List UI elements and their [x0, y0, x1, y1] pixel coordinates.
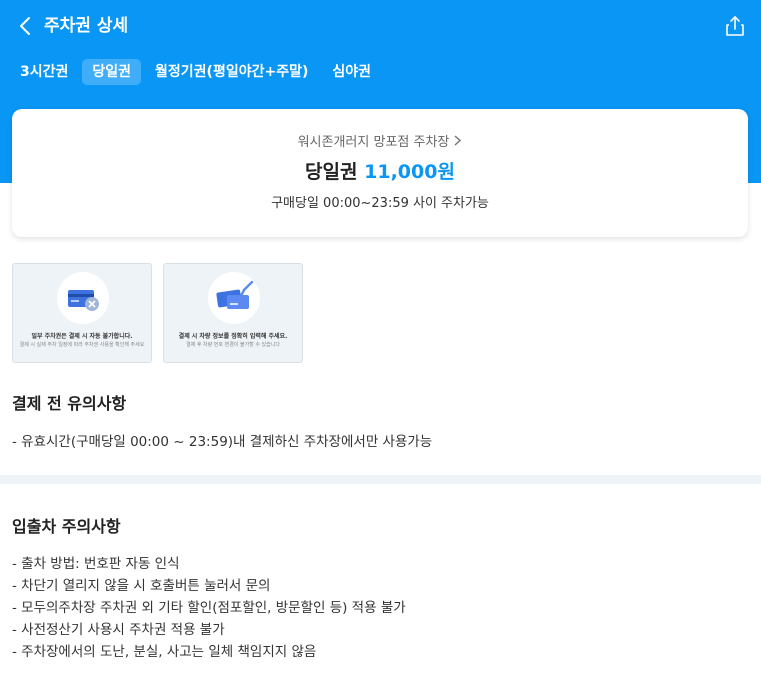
ticket-price: 11,000원 [364, 161, 455, 183]
share-icon[interactable] [723, 14, 747, 38]
app-header: 주차권 상세 [0, 0, 761, 54]
chevron-left-icon[interactable] [14, 14, 38, 38]
tab-daily[interactable]: 당일권 [82, 59, 142, 85]
guide-image-card[interactable]: 결제 시 차량 정보를 정확히 입력해 주세요. 결제 후 차량 번호 변경이 … [163, 263, 303, 363]
parking-lot-name: 워시존개러지 망포점 주차장 [297, 135, 450, 150]
tab-3hour[interactable]: 3시간권 [10, 59, 78, 85]
entry-notice-line: - 모두의주차장 주차권 외 기타 할인(점포할인, 방문할인 등) 적용 불가 [12, 600, 406, 616]
guide-subcaption: 결제 시 실제 주차 일정에 따라 주차권 사용을 확인해 주세요 [19, 342, 145, 348]
guide-caption: 일부 주차권은 결제 시 자동 불가합니다. [31, 333, 133, 340]
section-divider [0, 475, 761, 484]
parking-lot-link[interactable]: 워시존개러지 망포점 주차장 [12, 131, 748, 150]
card-cancel-icon [68, 290, 99, 311]
tab-night[interactable]: 심야권 [322, 59, 381, 85]
entry-notice-line: - 차단기 열리지 않을 시 호출버튼 눌러서 문의 [12, 578, 271, 594]
card-check-icon [216, 280, 254, 309]
ticket-description: 구매당일 00:00~23:59 사이 주차가능 [271, 196, 489, 211]
payment-notice-line: - 유효시간(구매당일 00:00 ~ 23:59)내 결제하신 주차장에서만 … [12, 434, 433, 450]
ticket-name: 당일권 [305, 161, 358, 183]
guide-subcaption: 결제 후 차량 번호 변경이 불가할 수 있습니다 [186, 342, 280, 348]
ticket-summary-card: 워시존개러지 망포점 주차장 당일권 11,000원 구매당일 00:00~23… [12, 109, 748, 237]
tab-monthly[interactable]: 월정기권(평일야간+주말) [145, 59, 318, 85]
guide-icon-circle [57, 272, 109, 324]
guide-image-list: 일부 주차권은 결제 시 자동 불가합니다. 결제 시 실제 주차 일정에 따라… [12, 263, 303, 363]
guide-caption: 결제 시 차량 정보를 정확히 입력해 주세요. [178, 333, 288, 340]
guide-image-card[interactable]: 일부 주차권은 결제 시 자동 불가합니다. 결제 시 실제 주차 일정에 따라… [12, 263, 152, 363]
guide-icon-circle [208, 272, 260, 324]
entry-notice-line: - 출차 방법: 번호판 자동 인식 [12, 556, 180, 572]
page-title: 주차권 상세 [44, 16, 129, 36]
chevron-right-icon [453, 135, 462, 150]
ticket-tabs: 3시간권 당일권 월정기권(평일야간+주말) 심야권 [10, 58, 381, 86]
payment-notice-title: 결제 전 유의사항 [12, 394, 127, 413]
ticket-title: 당일권 11,000원 [12, 157, 748, 184]
entry-notice-line: - 사전정산기 사용시 주차권 적용 불가 [12, 622, 225, 638]
entry-notice-line: - 주차장에서의 도난, 분실, 사고는 일체 책임지지 않음 [12, 644, 317, 660]
entry-notice-title: 입출차 주의사항 [12, 517, 121, 536]
